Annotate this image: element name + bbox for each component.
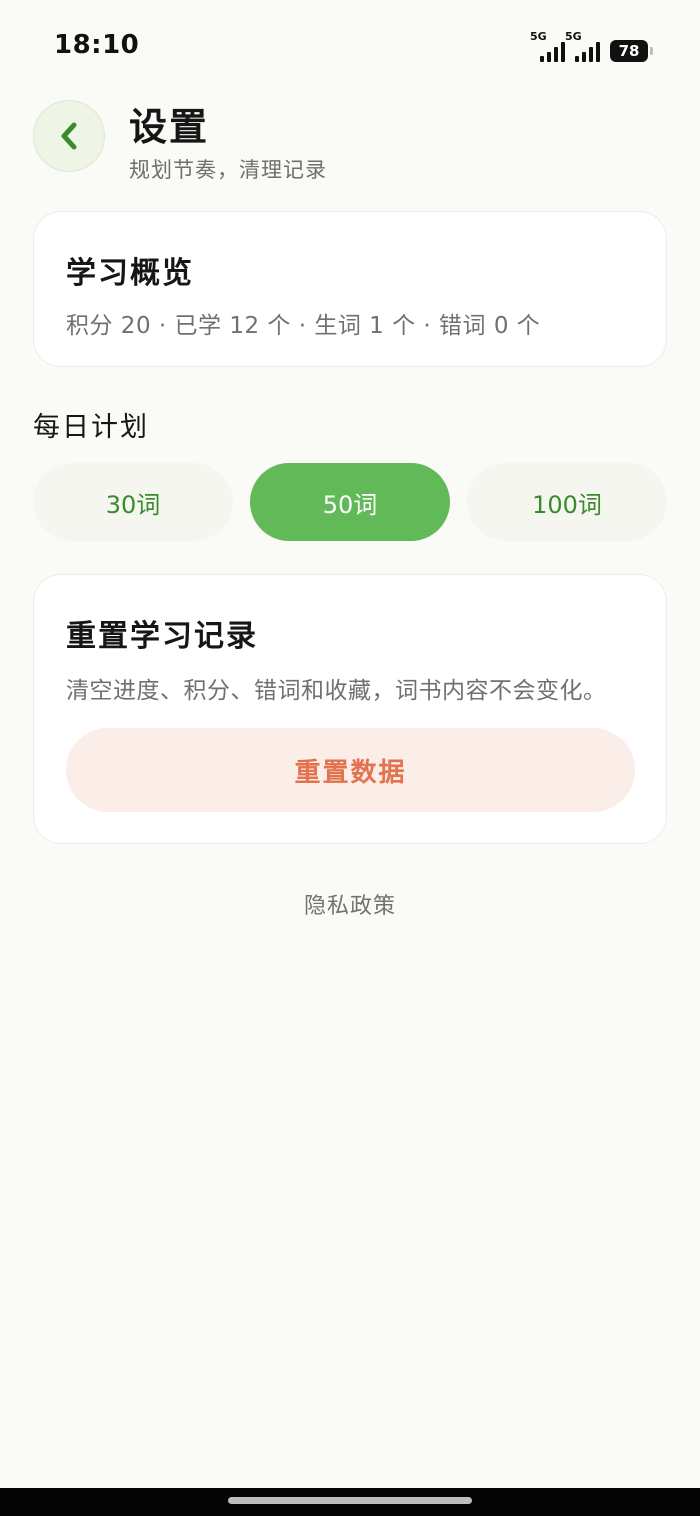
signal-icon: 5G	[530, 30, 565, 62]
signal-label: 5G	[530, 30, 547, 43]
daily-plan-selector: 30词 50词 100词	[33, 463, 667, 541]
plan-option-30[interactable]: 30词	[33, 463, 233, 541]
back-button[interactable]	[33, 100, 105, 172]
home-indicator[interactable]	[228, 1497, 472, 1504]
battery-icon: 78	[610, 40, 653, 62]
chevron-left-icon	[61, 122, 77, 150]
privacy-policy-link[interactable]: 隐私政策	[0, 888, 700, 920]
overview-card: 学习概览 积分 20 · 已学 12 个 · 生词 1 个 · 错词 0 个	[33, 211, 667, 367]
page-subtitle: 规划节奏，清理记录	[129, 158, 327, 182]
reset-data-button[interactable]: 重置数据	[66, 728, 635, 812]
status-time: 18:10	[54, 30, 140, 60]
plan-option-50[interactable]: 50词	[250, 463, 450, 541]
reset-title: 重置学习记录	[66, 619, 258, 654]
overview-stats: 积分 20 · 已学 12 个 · 生词 1 个 · 错词 0 个	[66, 313, 541, 339]
reset-card: 重置学习记录 清空进度、积分、错词和收藏，词书内容不会变化。 重置数据	[33, 574, 667, 844]
page-title: 设置	[129, 105, 210, 149]
signal-label: 5G	[565, 30, 582, 43]
reset-description: 清空进度、积分、错词和收藏，词书内容不会变化。	[66, 678, 607, 704]
signal-icon: 5G	[565, 30, 600, 62]
overview-title: 学习概览	[66, 256, 194, 291]
daily-plan-label: 每日计划	[33, 412, 149, 443]
plan-option-100[interactable]: 100词	[467, 463, 667, 541]
battery-level: 78	[618, 42, 640, 60]
status-icons: 5G 5G 78	[530, 30, 653, 62]
